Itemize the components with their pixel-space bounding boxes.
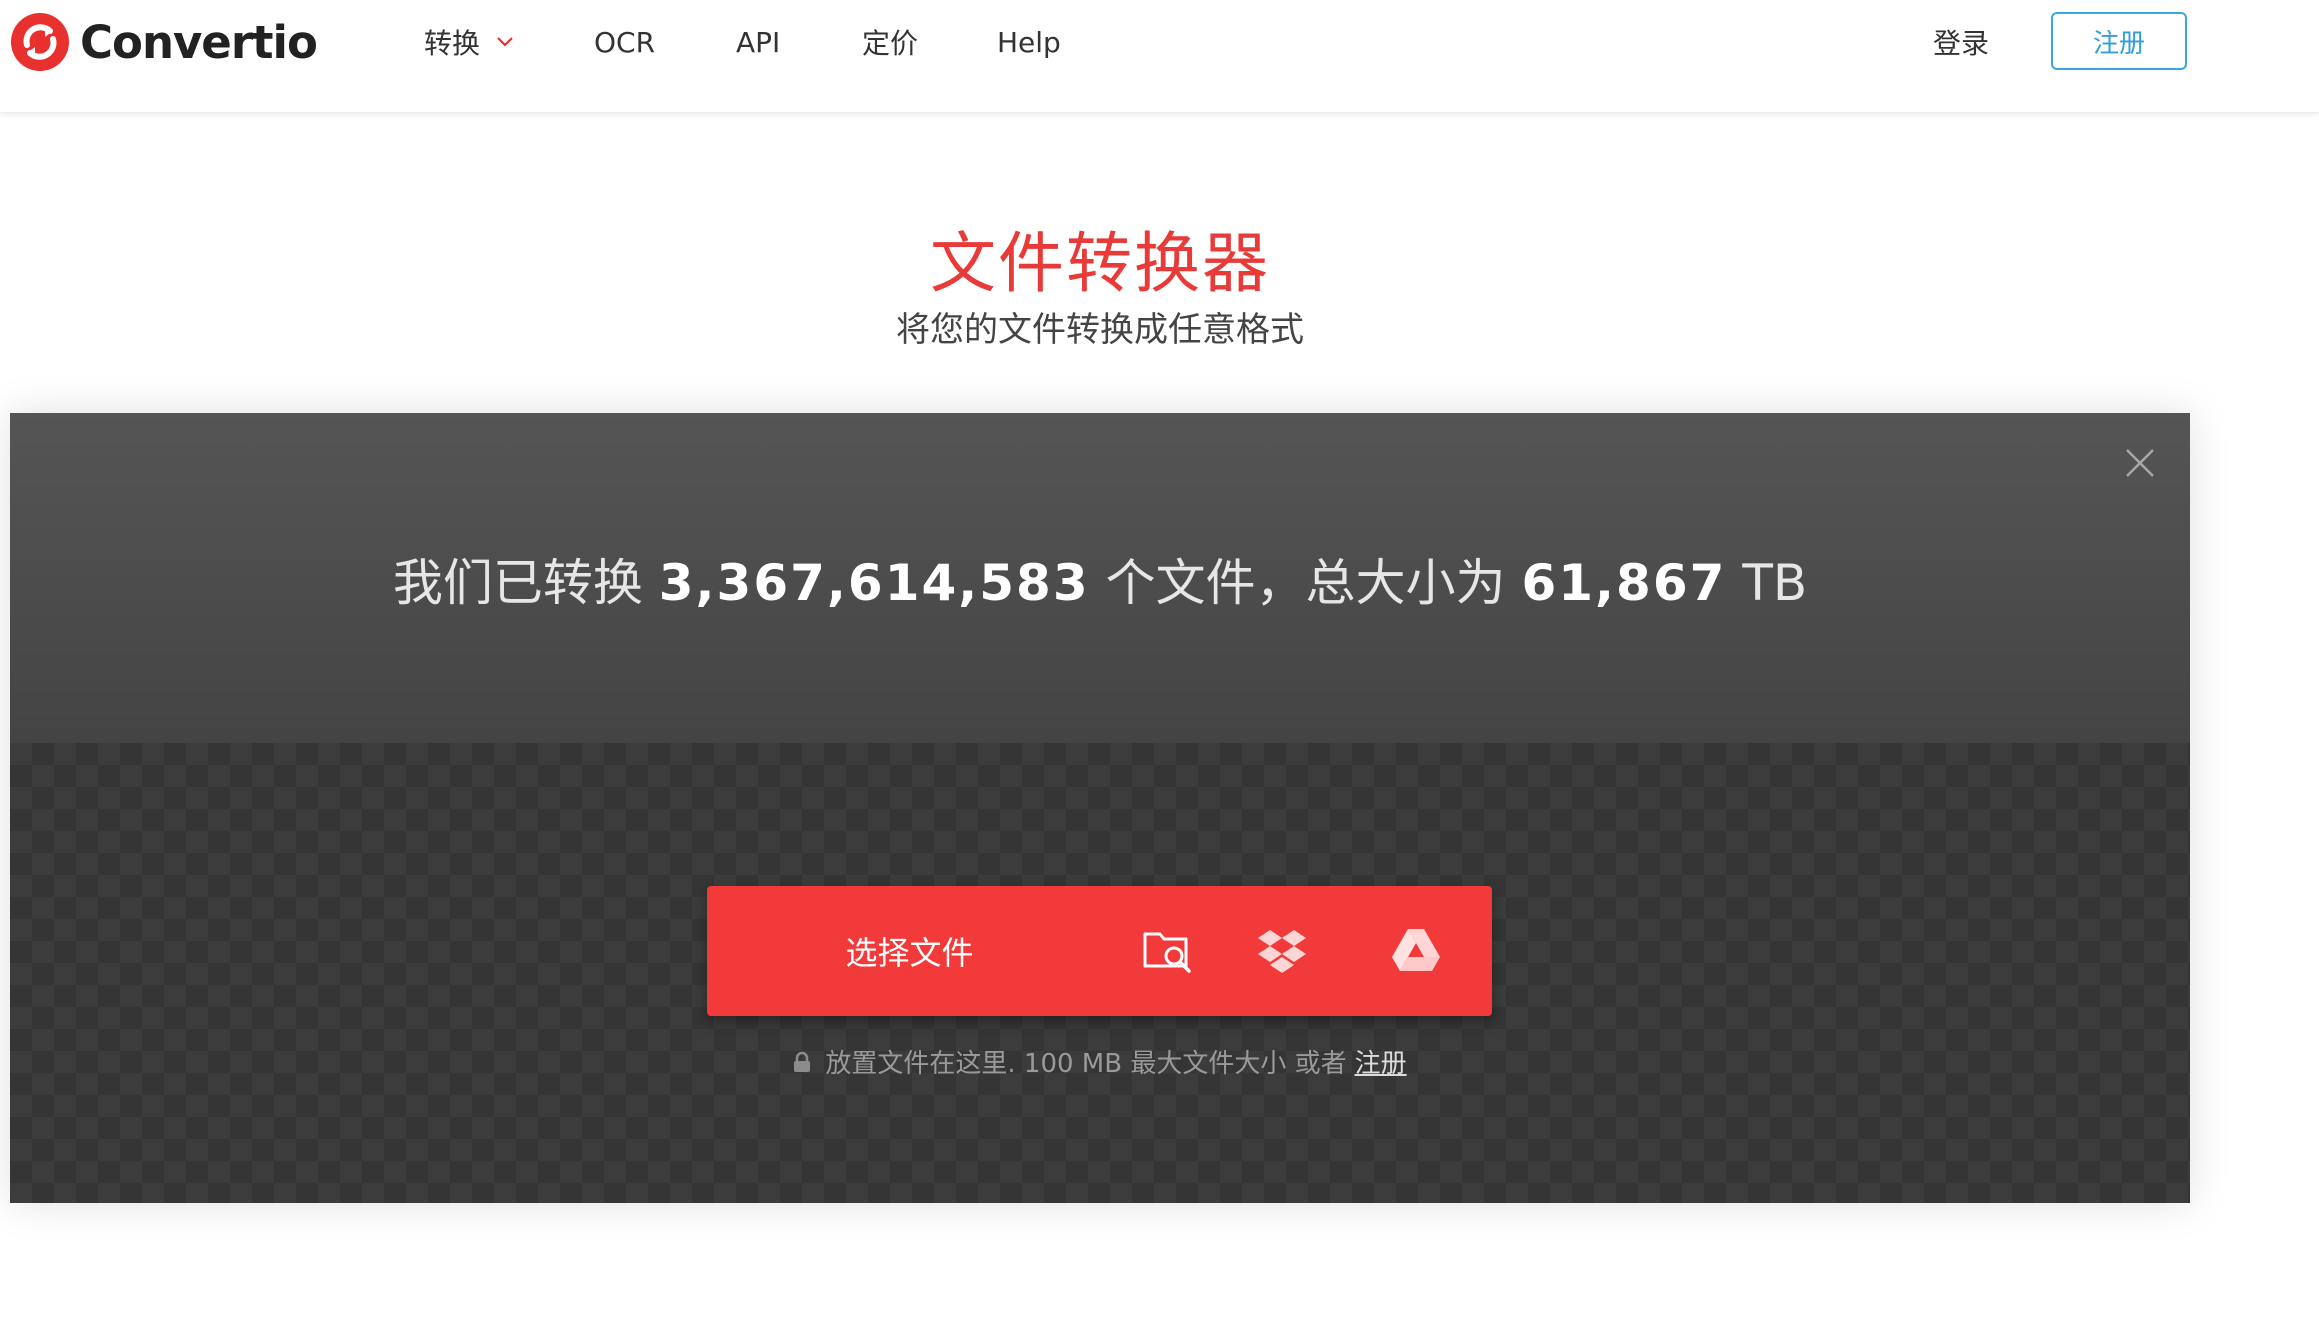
- stats-middle: 个文件，总大小为: [1105, 554, 1506, 612]
- converter-panel: 我们已转换 3,367,614,583 个文件，总大小为 61,867 TB 选…: [10, 413, 2190, 1203]
- drop-hint: 放置文件在这里. 100 MB 最大文件大小 或者 注册: [10, 1043, 2190, 1080]
- signup-link[interactable]: 注册: [1355, 1043, 1407, 1080]
- files-count: 3,367,614,583: [658, 554, 1090, 612]
- total-size: 61,867: [1521, 554, 1727, 612]
- size-unit: TB: [1742, 554, 1808, 612]
- nav-api[interactable]: API: [736, 20, 780, 64]
- google-drive-icon[interactable]: [1390, 926, 1442, 976]
- chevron-down-icon: [497, 37, 513, 47]
- logo-wordmark: Convertio: [80, 15, 318, 69]
- nav-ocr[interactable]: OCR: [594, 20, 655, 64]
- drop-hint-text: 放置文件在这里. 100 MB 最大文件大小 或者: [825, 1049, 1347, 1079]
- stats-prefix: 我们已转换: [392, 554, 643, 612]
- convertio-logo[interactable]: Convertio: [10, 12, 318, 72]
- choose-files-button[interactable]: 选择文件: [707, 886, 1112, 1016]
- nav-pricing[interactable]: 定价: [862, 20, 918, 64]
- folder-search-icon[interactable]: [1142, 926, 1194, 976]
- signup-button[interactable]: 注册: [2051, 12, 2187, 70]
- close-icon[interactable]: [2123, 446, 2157, 480]
- top-navigation-bar: Convertio 转换 OCR API 定价 Help 登录 注册: [0, 0, 2319, 113]
- login-link[interactable]: 登录: [1933, 20, 1989, 64]
- convertio-logo-icon: [11, 13, 69, 71]
- page-title: 文件转换器: [930, 225, 1270, 302]
- lock-icon: [794, 1051, 811, 1072]
- conversion-stats: 我们已转换 3,367,614,583 个文件，总大小为 61,867 TB: [10, 543, 2190, 615]
- nav-help[interactable]: Help: [997, 20, 1061, 64]
- file-source-bar: 选择文件: [707, 886, 1492, 1016]
- stats-banner: 我们已转换 3,367,614,583 个文件，总大小为 61,867 TB: [10, 413, 2190, 743]
- page-subtitle: 将您的文件转换成任意格式: [896, 310, 1304, 350]
- dropbox-icon[interactable]: [1256, 926, 1308, 976]
- nav-convert-dropdown[interactable]: 转换: [424, 20, 514, 64]
- nav-convert-label: 转换: [424, 27, 481, 60]
